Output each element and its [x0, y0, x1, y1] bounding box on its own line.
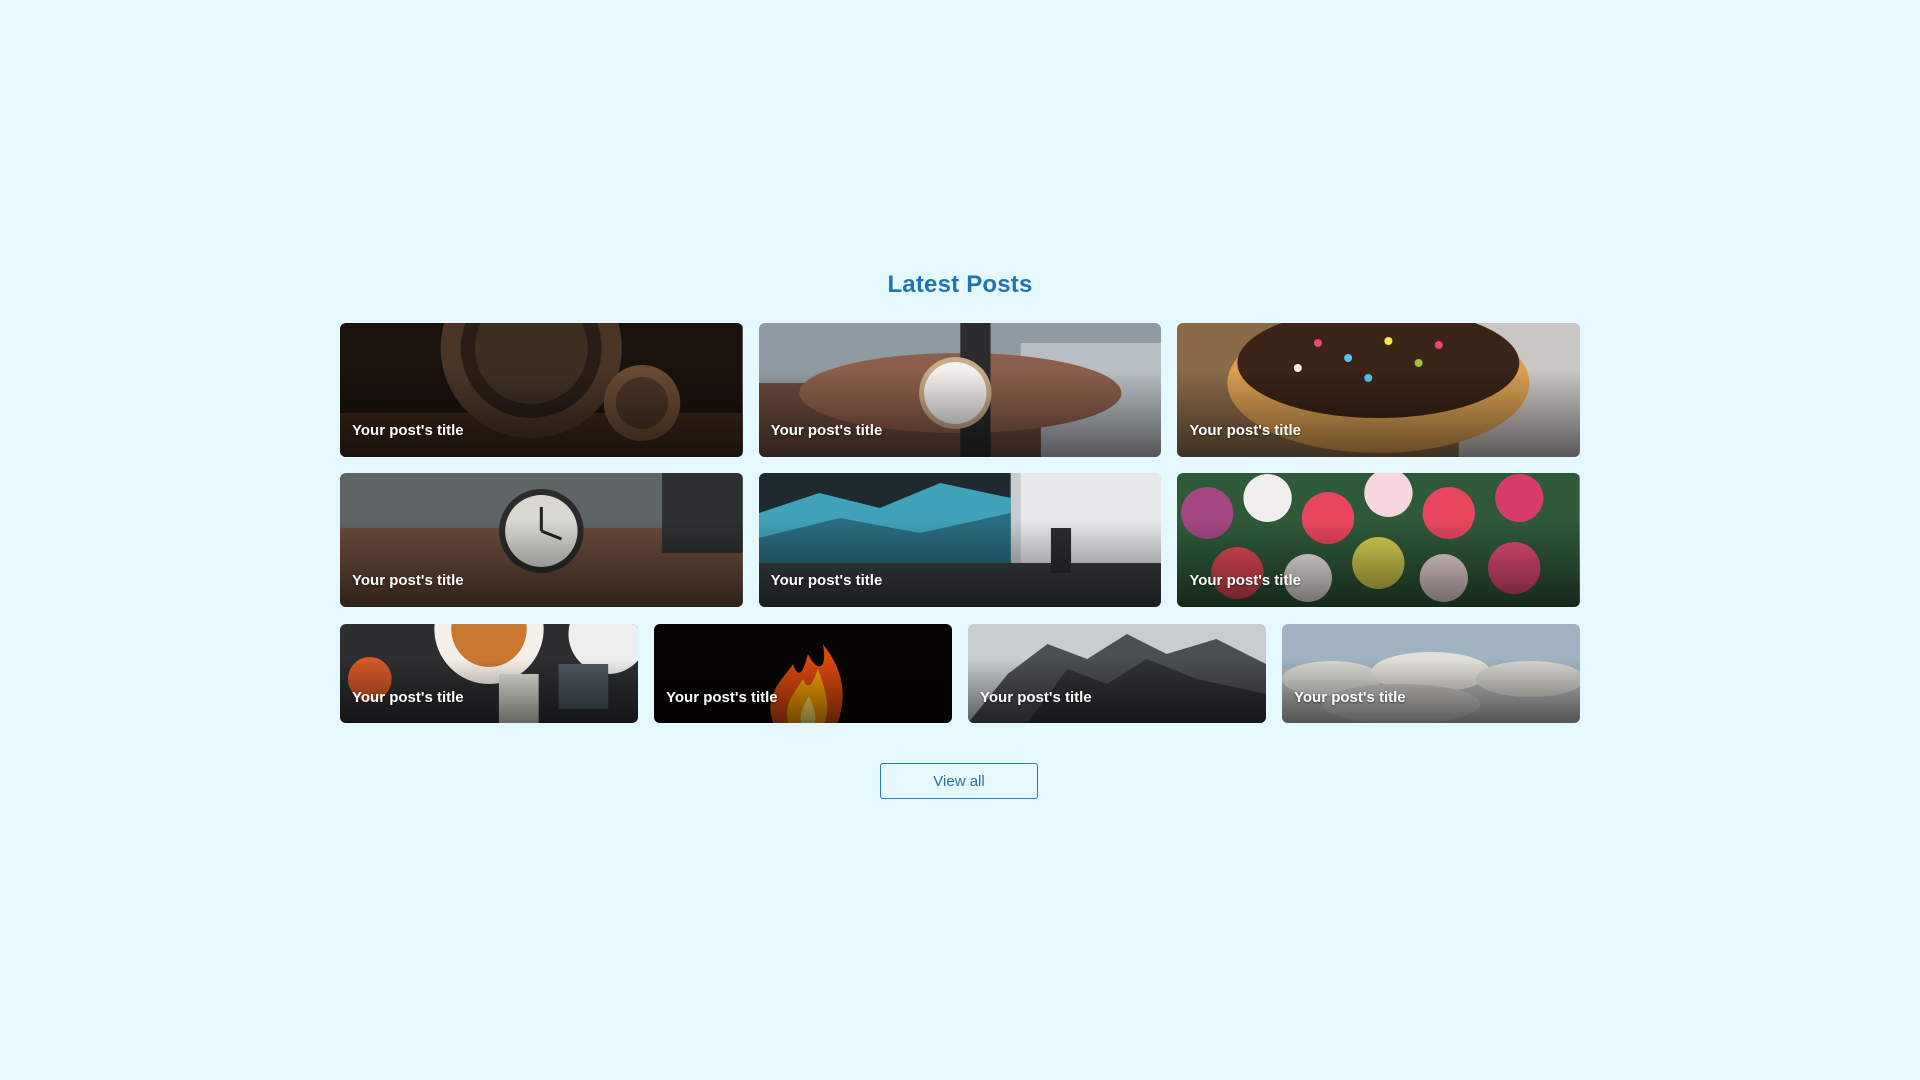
posts-row: Your post's title Your post's title Your… — [340, 624, 1580, 723]
post-title: Your post's title — [1189, 422, 1301, 439]
post-title: Your post's title — [1189, 572, 1301, 589]
post-card[interactable]: Your post's title — [1282, 624, 1580, 723]
posts-row: Your post's title Your post's title Your… — [340, 323, 1581, 457]
post-card[interactable]: Your post's title — [758, 323, 1162, 457]
post-title: Your post's title — [352, 422, 464, 439]
view-all-button[interactable]: View all — [880, 763, 1038, 799]
post-title: Your post's title — [1294, 689, 1406, 706]
post-card[interactable]: Your post's title — [1177, 323, 1581, 457]
post-card[interactable]: Your post's title — [1177, 473, 1581, 607]
post-title: Your post's title — [666, 689, 778, 706]
post-title: Your post's title — [770, 572, 883, 589]
post-card[interactable]: Your post's title — [654, 624, 952, 723]
post-card[interactable]: Your post's title — [968, 624, 1266, 723]
post-card[interactable]: Your post's title — [340, 323, 743, 457]
posts-row: Your post's title Your post's title Your… — [340, 473, 1581, 607]
post-card[interactable]: Your post's title — [758, 473, 1162, 607]
post-title: Your post's title — [352, 572, 464, 589]
post-title: Your post's title — [770, 422, 883, 439]
post-title: Your post's title — [980, 689, 1092, 706]
post-title: Your post's title — [352, 689, 464, 706]
post-card[interactable]: Your post's title — [340, 473, 743, 607]
latest-posts-title: Latest Posts — [887, 271, 1033, 298]
post-card[interactable]: Your post's title — [340, 624, 638, 723]
